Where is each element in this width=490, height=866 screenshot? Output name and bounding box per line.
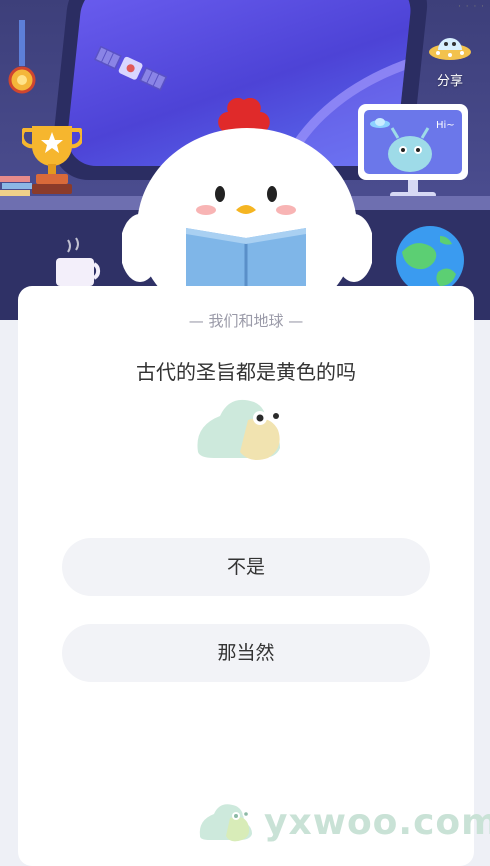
monitor: Hi~ xyxy=(358,104,468,204)
chicken-mascot xyxy=(122,98,372,298)
books-icon xyxy=(0,176,32,196)
cup-icon xyxy=(56,237,101,286)
quiz-card: — 我们和地球 — 古代的圣旨都是黄色的吗 不是 那当然 xyxy=(18,286,474,866)
share-label[interactable]: 分享 xyxy=(422,70,478,89)
satellite-icon xyxy=(94,45,168,91)
watermark-text: yxwoo.com xyxy=(264,801,490,843)
category-label: — 我们和地球 — xyxy=(188,312,304,330)
medal-icon xyxy=(8,20,36,94)
watermark: yxwoo.com xyxy=(196,800,490,844)
share-button[interactable]: 分享 xyxy=(422,30,478,89)
corner-dots: · · · · xyxy=(458,2,486,12)
snail-mascot-icon xyxy=(197,399,282,460)
question-text: 古代的圣旨都是黄色的吗 xyxy=(136,360,356,384)
monitor-bubble-text: Hi~ xyxy=(436,120,455,131)
answer-option-2[interactable]: 那当然 xyxy=(62,624,430,682)
ufo-icon xyxy=(429,38,471,60)
snail-logo-icon xyxy=(199,804,252,842)
header-scene: · · · · Hi~ 分享 xyxy=(0,0,490,320)
answer-option-1[interactable]: 不是 xyxy=(62,538,430,596)
